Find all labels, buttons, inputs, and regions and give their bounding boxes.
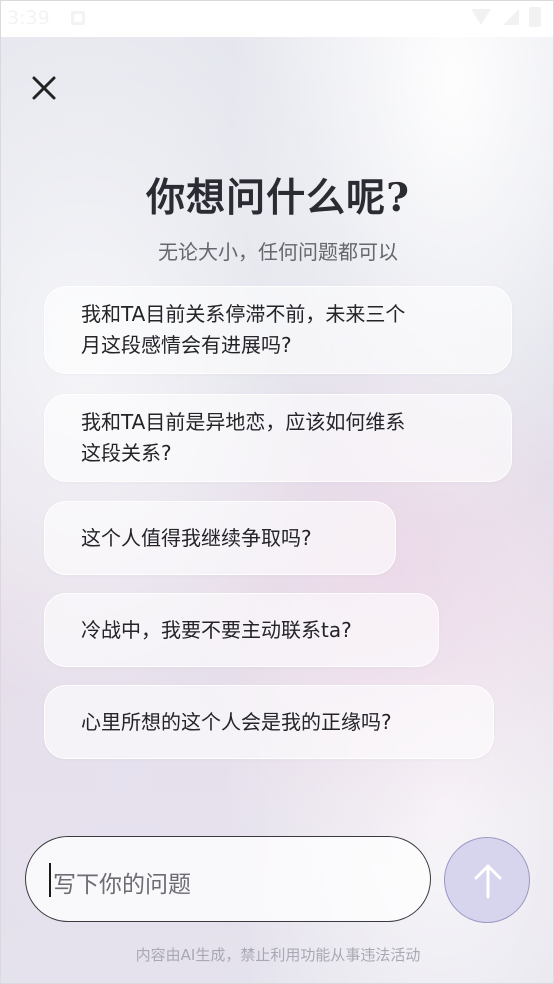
question-input-placeholder: 写下你的问题 (53, 872, 191, 898)
battery-icon (529, 7, 541, 27)
status-bar: 3:39 (1, 1, 553, 37)
suggestion-chip[interactable]: 心里所想的这个人会是我的正缘吗? (44, 685, 494, 759)
suggestion-chip[interactable]: 我和TA目前是异地恋，应该如何维系 这段关系? (44, 394, 512, 482)
suggestion-chip[interactable]: 这个人值得我继续争取吗? (44, 501, 396, 575)
suggestion-line: 月这段感情会有进展吗? (81, 333, 292, 357)
suggestion-chip[interactable]: 冷战中，我要不要主动联系ta? (44, 593, 439, 667)
close-icon (32, 76, 56, 100)
suggestion-line: 这个人值得我继续争取吗? (81, 525, 312, 550)
notification-icon (71, 11, 85, 25)
suggestion-line: 冷战中，我要不要主动联系ta? (81, 617, 352, 642)
suggestion-chip[interactable]: 我和TA目前关系停滞不前，未来三个 月这段感情会有进展吗? (44, 286, 512, 374)
suggestion-line: 心里所想的这个人会是我的正缘吗? (81, 709, 392, 734)
wifi-icon (471, 9, 491, 25)
page-title: 你想问什么呢? (146, 175, 410, 221)
text-caret (49, 863, 51, 897)
suggestion-line: 这段关系? (81, 441, 172, 465)
suggestion-line: 我和TA目前关系停滞不前，未来三个 (81, 302, 406, 326)
arrow-up-icon (474, 864, 502, 899)
signal-icon (503, 9, 519, 25)
send-button[interactable] (444, 837, 530, 923)
suggestion-line: 我和TA目前是异地恋，应该如何维系 (81, 410, 406, 434)
app-screen: 3:39 你想问什么呢? 无论大小，任何问题都可以 我和TA目前关系停滞不前，未… (0, 0, 554, 984)
page-subtitle: 无论大小，任何问题都可以 (158, 240, 398, 264)
close-button[interactable] (25, 69, 63, 107)
status-time: 3:39 (7, 7, 50, 29)
ai-disclaimer: 内容由AI生成，禁止利用功能从事违法活动 (135, 946, 421, 964)
